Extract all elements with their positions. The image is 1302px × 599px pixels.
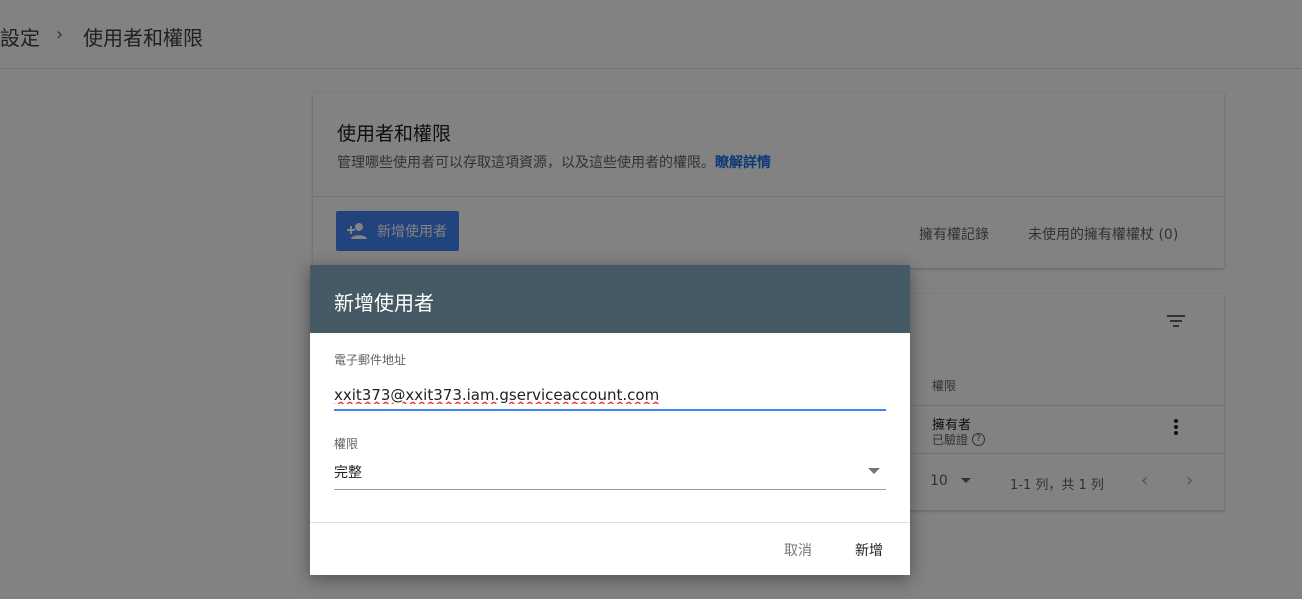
permission-select[interactable]: 完整 xyxy=(334,459,886,490)
dialog-header: 新增使用者 xyxy=(310,265,910,333)
add-user-dialog: 新增使用者 電子郵件地址 權限 完整 取消 新增 xyxy=(310,265,910,575)
email-label: 電子郵件地址 xyxy=(334,353,407,367)
permission-value: 完整 xyxy=(334,465,362,481)
permission-label: 權限 xyxy=(334,437,359,451)
email-field[interactable] xyxy=(334,381,886,411)
add-button[interactable]: 新增 xyxy=(855,540,883,560)
dialog-title: 新增使用者 xyxy=(334,291,434,315)
dropdown-arrow-icon xyxy=(868,468,880,474)
cancel-button[interactable]: 取消 xyxy=(784,540,812,560)
divider xyxy=(310,522,910,523)
